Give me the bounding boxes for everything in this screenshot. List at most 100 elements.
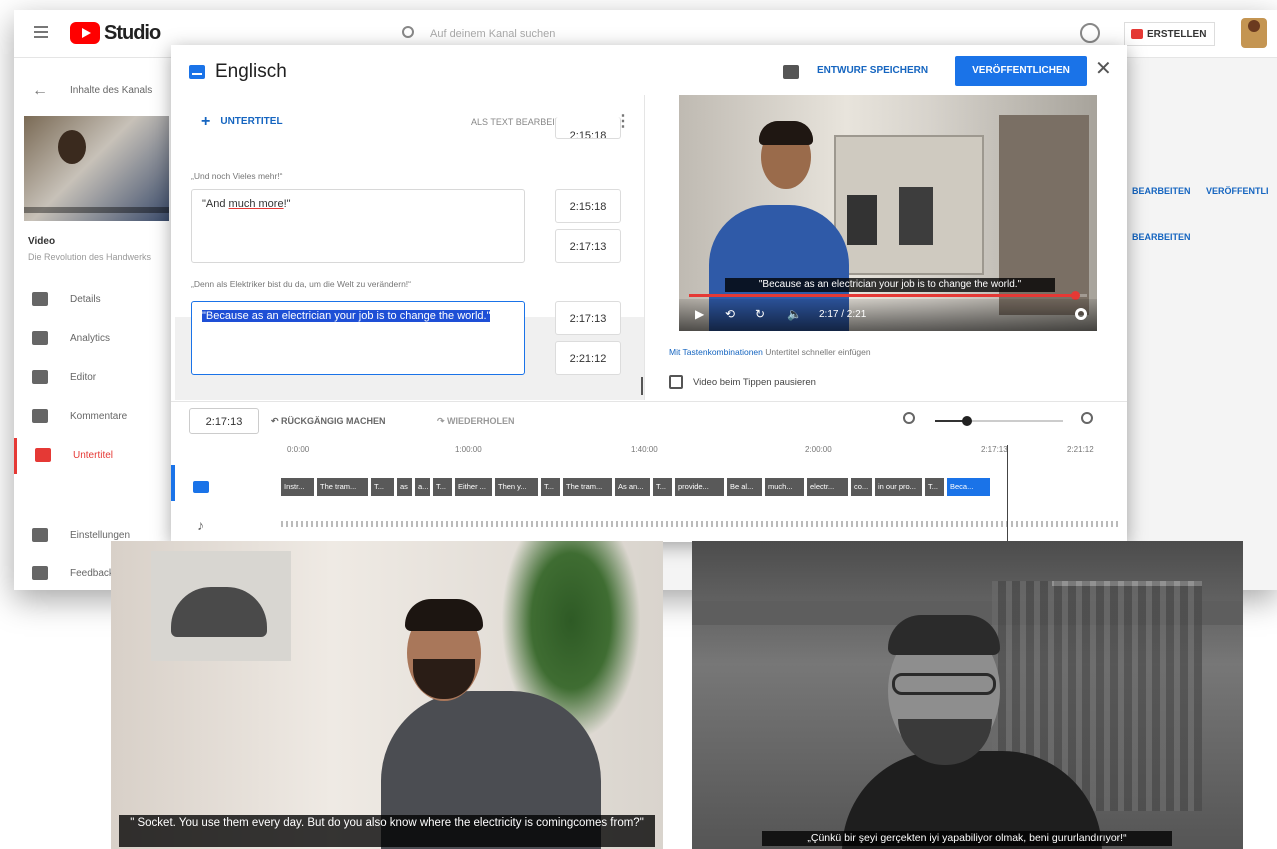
sidebar-item-details[interactable]: Details bbox=[14, 282, 174, 318]
pause-while-typing-label: Video beim Tippen pausieren bbox=[693, 377, 816, 388]
zoom-knob[interactable] bbox=[962, 416, 972, 426]
time-tick: 0:0:00 bbox=[287, 445, 310, 454]
add-subtitle-button[interactable]: UNTERTITEL bbox=[201, 113, 282, 131]
zoom-out-icon[interactable] bbox=[903, 412, 915, 424]
feedback-icon bbox=[32, 566, 48, 580]
original-text: „Denn als Elektriker bist du da, um die … bbox=[191, 279, 411, 289]
shortcut-link[interactable]: Mit Tastenkombinationen bbox=[669, 347, 763, 357]
channel-search[interactable]: Auf deinem Kanal suchen bbox=[394, 20, 724, 48]
start-time-input[interactable]: 2:15:18 bbox=[555, 189, 621, 223]
subtitle-text-field[interactable]: "And much more!" bbox=[191, 189, 525, 263]
subtitle-list: UNTERTITEL ALS TEXT BEARBEITEN ⋮ 2:15:18… bbox=[171, 95, 645, 400]
timeline-segment[interactable]: Then y... bbox=[495, 478, 539, 496]
analytics-icon bbox=[32, 331, 48, 345]
redo-button[interactable]: ↷ WIEDERHOLEN bbox=[437, 416, 515, 427]
timeline-segment[interactable]: T... bbox=[371, 478, 395, 496]
timeline-segment[interactable]: as bbox=[397, 478, 413, 496]
studio-logo-text: Studio bbox=[104, 22, 161, 44]
edit-link[interactable]: BEARBEITEN bbox=[1132, 186, 1191, 196]
time-tick: 1:00:00 bbox=[455, 445, 482, 454]
zoom-in-icon[interactable] bbox=[1081, 412, 1093, 424]
timeline-segment[interactable]: The tram... bbox=[317, 478, 369, 496]
sidebar-item-label: Feedback bbox=[70, 568, 114, 579]
video-progress-bar[interactable] bbox=[689, 291, 1087, 300]
video-label: Video bbox=[28, 236, 56, 247]
end-time-input[interactable]: 2:17:13 bbox=[555, 229, 621, 263]
video-thumbnail bbox=[24, 116, 169, 221]
timeline-segment[interactable]: T... bbox=[433, 478, 453, 496]
youtube-logo-icon[interactable] bbox=[70, 22, 100, 44]
help-icon[interactable] bbox=[1080, 23, 1100, 43]
sidebar-item-comments[interactable]: Kommentare bbox=[14, 399, 174, 435]
audio-icon: ♪ bbox=[197, 517, 204, 533]
sidebar-item-label: Untertitel bbox=[73, 450, 114, 461]
active-track-marker bbox=[171, 465, 175, 501]
pause-while-typing-checkbox[interactable] bbox=[669, 375, 683, 389]
timeline-segment[interactable]: Instr... bbox=[281, 478, 315, 496]
undo-label: RÜCKGÄNGIG MACHEN bbox=[281, 416, 386, 426]
redo-label: WIEDERHOLEN bbox=[447, 416, 515, 426]
close-icon[interactable]: ✕ bbox=[1095, 59, 1112, 79]
back-arrow-icon[interactable]: ← bbox=[32, 82, 48, 100]
sidebar-item-label: Editor bbox=[70, 372, 97, 383]
timeline-segment[interactable]: T... bbox=[925, 478, 945, 496]
publish-button[interactable]: VERÖFFENTLICHEN bbox=[955, 56, 1087, 86]
video-name: Die Revolution des Handwerks bbox=[28, 252, 152, 262]
account-avatar[interactable] bbox=[1241, 18, 1267, 48]
timeline-segment[interactable]: T... bbox=[541, 478, 561, 496]
publish-link[interactable]: VERÖFFENTLI bbox=[1206, 186, 1269, 196]
spellcheck-word: much more bbox=[228, 198, 284, 210]
original-text: „Und noch Vieles mehr!“ bbox=[191, 171, 283, 181]
timeline-segment[interactable]: Be al... bbox=[727, 478, 763, 496]
current-time-input[interactable]: 2:17:13 bbox=[189, 408, 259, 434]
time-tick: 2:00:00 bbox=[805, 445, 832, 454]
video-scene-meter bbox=[899, 187, 933, 245]
video-scene-meter bbox=[847, 195, 877, 245]
subtitle-timeline[interactable]: 0:0:00 1:00:00 1:40:00 2:00:00 2:17:13 2… bbox=[171, 441, 1127, 542]
video-frame-right: „Çünkü bir şeyi gerçekten iyi yapabiliyo… bbox=[692, 541, 1243, 849]
subtitle-text: !" bbox=[283, 198, 291, 210]
film-icon bbox=[32, 370, 48, 384]
video-player[interactable]: "Because as an electrician your job is t… bbox=[679, 95, 1097, 331]
timeline-segment[interactable]: a... bbox=[415, 478, 431, 496]
timeline-segment[interactable]: much... bbox=[765, 478, 805, 496]
subtitles-icon bbox=[189, 65, 205, 79]
timeline-segment[interactable]: As an... bbox=[615, 478, 651, 496]
timeline-segment[interactable]: provide... bbox=[675, 478, 725, 496]
gear-icon[interactable] bbox=[1075, 308, 1087, 320]
channel-content-link[interactable]: Inhalte des Kanals bbox=[70, 85, 152, 96]
play-icon[interactable]: ▶ bbox=[695, 307, 704, 321]
scrollbar[interactable] bbox=[641, 377, 643, 395]
subtitle-text-field[interactable]: "Because as an electrician your job is t… bbox=[191, 301, 525, 375]
start-time-input[interactable]: 2:17:13 bbox=[555, 301, 621, 335]
video-scene-glasses bbox=[892, 673, 996, 695]
replay-icon[interactable]: ↻ bbox=[755, 307, 765, 321]
timeline-segment[interactable]: The tram... bbox=[563, 478, 613, 496]
subtitles-icon bbox=[35, 448, 51, 462]
create-button[interactable]: ERSTELLEN bbox=[1124, 22, 1216, 46]
menu-icon[interactable] bbox=[34, 26, 48, 38]
timeline-segment[interactable]: in our pro... bbox=[875, 478, 923, 496]
end-time-input[interactable]: 2:21:12 bbox=[555, 341, 621, 375]
timeline-segment[interactable]: T... bbox=[653, 478, 673, 496]
video-scene-hair bbox=[888, 615, 1000, 655]
undo-button[interactable]: ↶ RÜCKGÄNGIG MACHEN bbox=[271, 416, 386, 427]
sidebar-item-label: Einstellungen bbox=[70, 530, 131, 541]
zoom-slider[interactable] bbox=[935, 416, 1063, 426]
sidebar-item-editor[interactable]: Editor bbox=[14, 360, 174, 396]
previous-end-time[interactable]: 2:15:18 bbox=[555, 117, 621, 139]
volume-icon[interactable]: 🔈 bbox=[787, 307, 802, 321]
timeline-segment[interactable]: co... bbox=[851, 478, 873, 496]
edit-link[interactable]: BEARBEITEN bbox=[1132, 232, 1191, 242]
timeline-segment[interactable]: electr... bbox=[807, 478, 849, 496]
timeline-segment[interactable]: Beca... bbox=[947, 478, 991, 496]
sidebar-item-analytics[interactable]: Analytics bbox=[14, 321, 174, 357]
rewind-icon[interactable]: ⟲ bbox=[725, 307, 735, 321]
timeline-segment[interactable]: Either ... bbox=[455, 478, 493, 496]
sidebar-item-label: Kommentare bbox=[70, 411, 128, 422]
studio-sidebar: ← Inhalte des Kanals Video Die Revolutio… bbox=[14, 58, 174, 590]
sidebar-item-subtitles[interactable]: Untertitel bbox=[14, 438, 174, 474]
save-draft-button[interactable]: ENTWURF SPEICHERN bbox=[817, 65, 928, 76]
feedback-icon[interactable] bbox=[783, 65, 799, 79]
playhead[interactable] bbox=[1007, 445, 1008, 542]
